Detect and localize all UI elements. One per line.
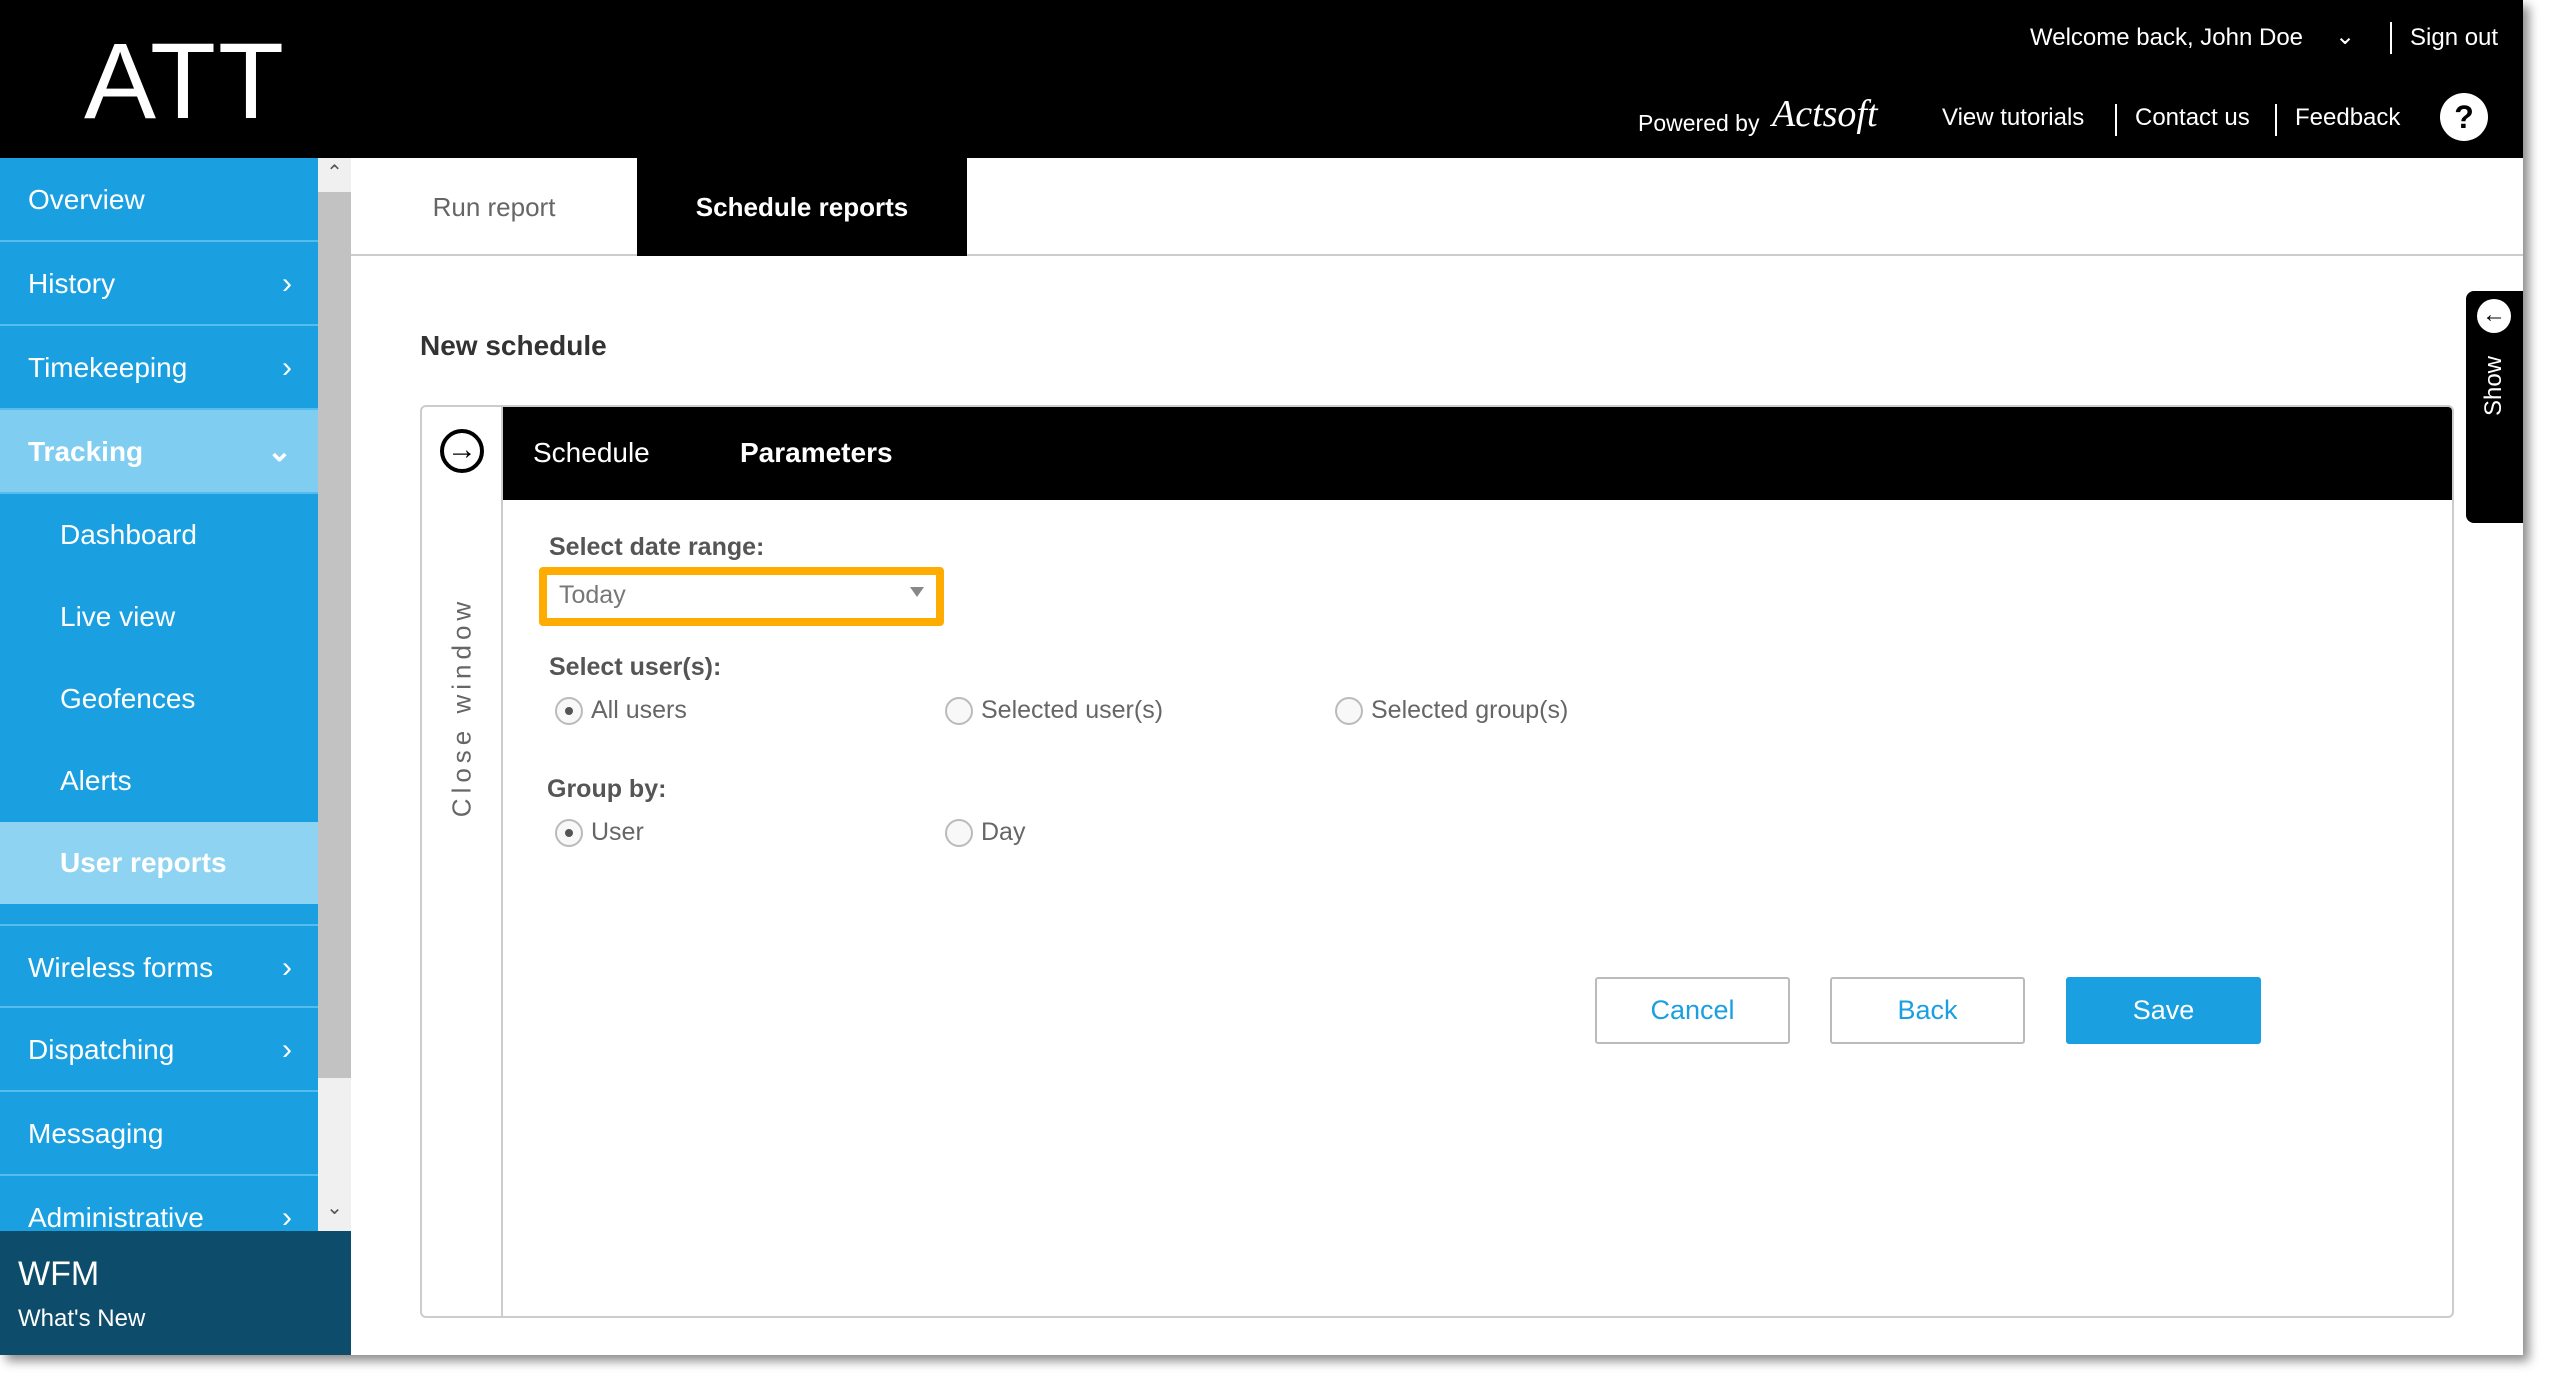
radio-group-user[interactable]: User: [555, 818, 644, 847]
radio-group-day[interactable]: Day: [945, 818, 1025, 847]
app-window: ATT Welcome back, John Doe ⌄ Sign out Po…: [0, 0, 2523, 1355]
sidebar-subitem-alerts[interactable]: Alerts: [0, 740, 318, 822]
wfm-title: WFM: [18, 1255, 100, 1293]
show-panel-tab[interactable]: ← Show: [2466, 291, 2523, 523]
radio-label: User: [591, 818, 644, 846]
sidebar-item-label: Timekeeping: [28, 352, 188, 383]
sidebar-item-label: Administrative: [28, 1202, 204, 1231]
sidebar-subitem-user-reports[interactable]: User reports: [0, 822, 318, 904]
feedback-link[interactable]: Feedback: [2295, 104, 2400, 132]
chevron-down-icon[interactable]: ⌄: [2335, 22, 2355, 51]
tab-parameters[interactable]: Parameters: [740, 437, 893, 469]
chevron-down-icon: ⌄: [266, 435, 292, 468]
sidebar-subitem-geofences[interactable]: Geofences: [0, 658, 318, 740]
sidebar-item-label: Tracking: [28, 436, 144, 467]
radio-label: Selected group(s): [1371, 696, 1569, 724]
sidebar-item-label: Messaging: [28, 1118, 164, 1149]
sidebar: Overview History › Timekeeping › Tracking ⌄…: [0, 158, 318, 1231]
radio-selected-users[interactable]: Selected user(s): [945, 696, 1163, 725]
date-range-value: Today: [559, 581, 626, 609]
radio-label: All users: [591, 696, 687, 724]
chevron-right-icon: ›: [282, 1201, 292, 1231]
sidebar-item-timekeeping[interactable]: Timekeeping ›: [0, 326, 318, 410]
sidebar-subitem-dashboard[interactable]: Dashboard: [0, 494, 318, 576]
back-button[interactable]: Back: [1830, 977, 2025, 1044]
user-menu[interactable]: Welcome back, John Doe: [2030, 24, 2303, 52]
sidebar-item-label: History: [28, 268, 116, 299]
sign-out-link[interactable]: Sign out: [2410, 24, 2498, 52]
scroll-up-icon[interactable]: ⌃: [318, 160, 351, 185]
contact-us-link[interactable]: Contact us: [2135, 104, 2250, 132]
chevron-right-icon: ›: [282, 267, 292, 300]
sidebar-item-dispatching[interactable]: Dispatching ›: [0, 1008, 318, 1092]
sidebar-item-messaging[interactable]: Messaging: [0, 1092, 318, 1176]
logo: ATT: [84, 20, 286, 141]
tab-schedule[interactable]: Schedule: [533, 437, 650, 469]
scrollbar-thumb[interactable]: [318, 192, 351, 1078]
chevron-right-icon: ›: [282, 951, 292, 984]
close-window-strip[interactable]: → Close window: [422, 407, 503, 1316]
close-window-label[interactable]: Close window: [447, 597, 478, 817]
whats-new-link[interactable]: What's New: [18, 1305, 145, 1333]
sidebar-item-label: Wireless forms: [28, 952, 214, 983]
report-tabs: Run report Schedule reports: [351, 158, 2523, 256]
group-by-label: Group by:: [547, 775, 667, 803]
divider: [2115, 104, 2117, 136]
date-range-label: Select date range:: [549, 533, 765, 561]
header: ATT Welcome back, John Doe ⌄ Sign out Po…: [0, 0, 2523, 158]
arrow-left-circle-icon[interactable]: ←: [2477, 299, 2511, 333]
panel-tabs: Schedule Parameters: [503, 407, 2452, 500]
scroll-down-icon[interactable]: ⌄: [318, 1195, 351, 1220]
date-range-select[interactable]: Today: [539, 567, 944, 626]
sidebar-item-wireless-forms[interactable]: Wireless forms ›: [0, 924, 318, 1008]
sidebar-item-administrative[interactable]: Administrative ›: [0, 1176, 318, 1231]
caret-down-icon: [910, 587, 924, 597]
sidebar-item-tracking[interactable]: Tracking ⌄: [0, 410, 318, 494]
schedule-panel: → Close window Schedule Parameters Selec…: [420, 405, 2454, 1318]
divider: [2275, 104, 2277, 136]
chevron-right-icon: ›: [282, 351, 292, 384]
arrow-right-circle-icon[interactable]: →: [440, 429, 484, 473]
sidebar-item-label: Dispatching: [28, 1034, 175, 1065]
radio-label: Selected user(s): [981, 696, 1164, 724]
sidebar-item-history[interactable]: History ›: [0, 242, 318, 326]
tab-run-report[interactable]: Run report: [351, 158, 637, 256]
page-title: New schedule: [420, 330, 607, 361]
show-label[interactable]: Show: [2480, 356, 2508, 416]
actsoft-logo: Actsoft: [1772, 93, 1878, 135]
help-icon[interactable]: ?: [2440, 93, 2488, 141]
cancel-button[interactable]: Cancel: [1595, 977, 1790, 1044]
radio-label: Day: [981, 818, 1026, 846]
radio-selected-groups[interactable]: Selected group(s): [1335, 696, 1568, 725]
select-users-label: Select user(s):: [549, 653, 722, 681]
sidebar-subitem-live-view[interactable]: Live view: [0, 576, 318, 658]
powered-by-label: Powered by: [1638, 110, 1760, 136]
chevron-right-icon: ›: [282, 1033, 292, 1066]
sidebar-item-overview[interactable]: Overview: [0, 158, 318, 242]
view-tutorials-link[interactable]: View tutorials: [1942, 104, 2084, 132]
save-button[interactable]: Save: [2066, 977, 2261, 1044]
radio-all-users[interactable]: All users: [555, 696, 687, 725]
sidebar-footer: WFM What's New: [0, 1231, 351, 1355]
tab-schedule-reports[interactable]: Schedule reports: [637, 158, 967, 256]
divider: [2390, 22, 2392, 54]
sidebar-item-label: Overview: [28, 184, 145, 215]
